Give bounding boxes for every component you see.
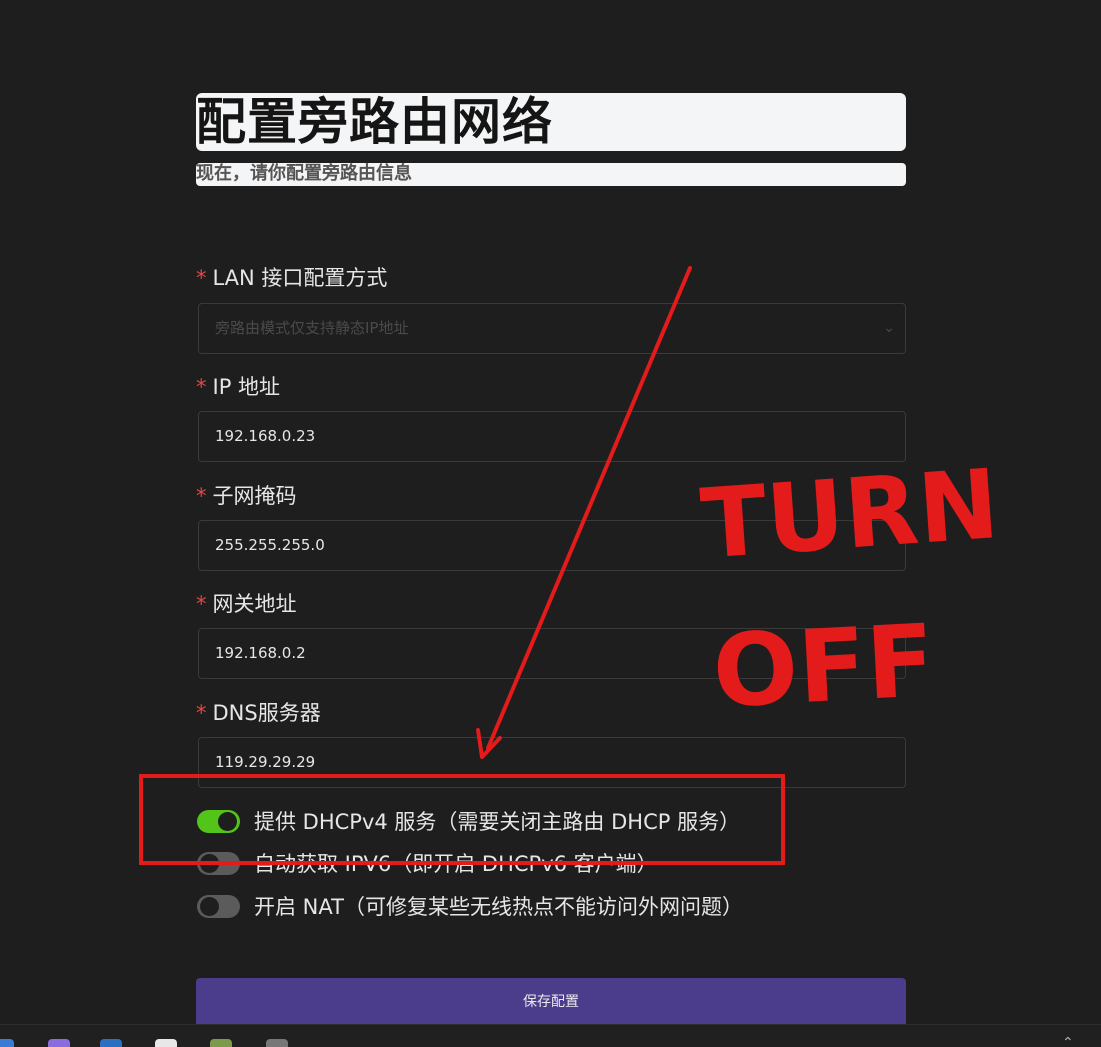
subtitle-banner: 现在，请你配置旁路由信息 — [196, 163, 906, 186]
dhcpv4-label: 提供 DHCPv4 服务（需要关闭主路由 DHCP 服务） — [254, 810, 741, 834]
taskbar: ⌃ — [0, 1024, 1101, 1047]
lan-mode-label: * LAN 接口配置方式 — [196, 266, 388, 290]
ip-input[interactable]: 192.168.0.23 — [198, 411, 906, 462]
app-icon-6[interactable] — [266, 1039, 288, 1047]
lan-mode-select[interactable]: 旁路由模式仅支持静态IP地址 ⌄ — [198, 303, 906, 354]
app-icon-1[interactable] — [0, 1039, 14, 1047]
page-subtitle: 现在，请你配置旁路由信息 — [196, 163, 412, 184]
save-button[interactable]: 保存配置 — [196, 978, 906, 1024]
tray-chevron-icon[interactable]: ⌃ — [1062, 1035, 1074, 1047]
app-icon-3[interactable] — [100, 1039, 122, 1047]
required-mark: * — [196, 484, 207, 508]
gateway-input[interactable]: 192.168.0.2 — [198, 628, 906, 679]
required-mark: * — [196, 592, 207, 616]
gateway-value: 192.168.0.2 — [215, 644, 306, 662]
dhcpv4-toggle[interactable] — [197, 810, 240, 833]
ipv6-toggle[interactable] — [197, 852, 240, 875]
nat-toggle[interactable] — [197, 895, 240, 918]
netmask-input[interactable]: 255.255.255.0 — [198, 520, 906, 571]
toggle-knob — [200, 897, 219, 916]
chevron-down-icon: ⌄ — [883, 320, 895, 336]
app-icon-2[interactable] — [48, 1039, 70, 1047]
dns-label: * DNS服务器 — [196, 701, 321, 725]
page-title: 配置旁路由网络 — [196, 93, 553, 151]
app-icon-4[interactable] — [155, 1039, 177, 1047]
title-banner: 配置旁路由网络 — [196, 93, 906, 151]
required-mark: * — [196, 375, 207, 399]
ip-label: * IP 地址 — [196, 375, 281, 399]
netmask-label: * 子网掩码 — [196, 484, 297, 508]
app-icon-5[interactable] — [210, 1039, 232, 1047]
required-mark: * — [196, 266, 207, 290]
lan-mode-placeholder: 旁路由模式仅支持静态IP地址 — [215, 319, 409, 337]
ip-value: 192.168.0.23 — [215, 427, 316, 445]
toggle-knob — [200, 854, 219, 873]
dns-input[interactable]: 119.29.29.29 — [198, 737, 906, 788]
gateway-label: * 网关地址 — [196, 592, 297, 616]
netmask-value: 255.255.255.0 — [215, 536, 325, 554]
ipv6-label: 自动获取 IPV6（即开启 DHCPv6 客户端） — [254, 852, 658, 876]
nat-label: 开启 NAT（可修复某些无线热点不能访问外网问题） — [254, 895, 743, 919]
dns-value: 119.29.29.29 — [215, 753, 316, 771]
required-mark: * — [196, 701, 207, 725]
toggle-knob — [218, 812, 237, 831]
